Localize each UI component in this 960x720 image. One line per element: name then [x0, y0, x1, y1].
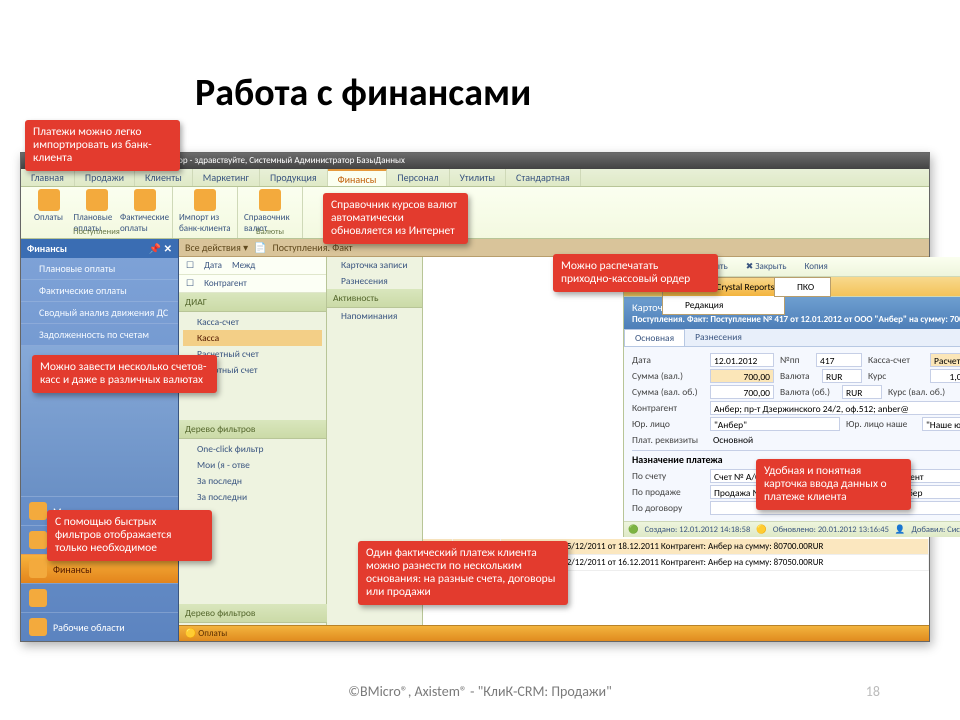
sidebar-item-fakt[interactable]: Фактические оплаты	[21, 280, 178, 302]
field-valob[interactable]: RUR	[842, 385, 882, 399]
filter-pane: ☐ДатаМежд ☐Контрагент ДИАГ Касса-счет Ка…	[179, 257, 327, 625]
filter-kassa-schet[interactable]: Касса-счет	[183, 314, 322, 330]
sidebar-item-svodnyj[interactable]: Сводный анализ движения ДС	[21, 302, 178, 324]
filter-mine[interactable]: Мои (я - отве	[183, 457, 322, 473]
card-tab-main[interactable]: Основная	[624, 329, 685, 346]
card-footer: 🟢 Создано: 12.01.2012 14:18:58 🟡 Обновле…	[624, 521, 960, 537]
tab-clients[interactable]: Клиенты	[135, 169, 193, 186]
callout-kassa: Можно завести несколько счетов-касс и да…	[32, 355, 217, 393]
callout-currency: Справочник курсов валют автоматически об…	[323, 193, 468, 244]
filterbar: ☐ДатаМежд	[179, 257, 326, 275]
workspace-icon	[29, 618, 47, 636]
reminders[interactable]: Напоминания	[327, 308, 422, 324]
filter-recent1[interactable]: За последн	[183, 473, 322, 489]
field-sumob[interactable]: 700,00	[710, 385, 774, 399]
gauge-icon	[29, 502, 47, 520]
tab-utilities[interactable]: Утилиты	[450, 169, 506, 186]
btn-close[interactable]: ✖ Закрыть	[739, 259, 794, 274]
field-valuta[interactable]: RUR	[822, 369, 862, 383]
sidebar-item-zadolzh[interactable]: Задолженность по счетам	[21, 324, 178, 346]
field-yur[interactable]: "Анбер"	[710, 417, 840, 431]
tab-standard[interactable]: Стандартная	[506, 169, 581, 186]
coins-icon	[38, 189, 60, 211]
nav-card[interactable]: Карточка записи	[327, 257, 422, 273]
sidebar: Финансы📌 ✕ Плановые оплаты Фактические о…	[21, 239, 179, 641]
field-num[interactable]: 417	[816, 353, 862, 367]
menu-redaction[interactable]: Редакция	[663, 296, 784, 314]
document-icon: 📄	[254, 239, 266, 257]
ribbon: Оплаты Плановые оплаты Фактические оплат…	[21, 187, 929, 239]
filter-kassa[interactable]: Касса	[183, 330, 322, 346]
field-yurn[interactable]: "Наше юр.лицо"	[922, 417, 960, 431]
card-tabs: Основная Разнесения	[624, 329, 960, 347]
mixed-icon	[29, 589, 47, 607]
rgroup-label-1: Поступления	[21, 227, 172, 237]
nav-razneseniya[interactable]: Разнесения	[327, 273, 422, 289]
page-number: 18	[866, 683, 880, 700]
panel-tree: Дерево фильтров	[179, 420, 326, 439]
chart-icon	[29, 531, 47, 549]
tab-production[interactable]: Продукция	[260, 169, 328, 186]
filter-recent2[interactable]: За последни	[183, 489, 322, 505]
tab-marketing[interactable]: Маркетинг	[193, 169, 260, 186]
field-kassa[interactable]: Расчетный счет	[930, 353, 960, 367]
act-head: Активность	[327, 289, 422, 308]
slide-footer: ©BMicro®, Axistem® - "КлиК-CRM: Продажи"	[0, 683, 960, 700]
status-bar: 🟡 Оплаты	[179, 625, 929, 641]
plan-icon	[86, 189, 108, 211]
money-icon	[29, 560, 47, 578]
callout-pko: Можно распечатать приходно-кассовый орде…	[553, 254, 718, 292]
ribbon-tabs: Главная Продажи Клиенты Маркетинг Продук…	[21, 169, 929, 187]
tab-home[interactable]: Главная	[21, 169, 75, 186]
rbn-import-bank[interactable]: Импорт из банк-клиента	[179, 189, 231, 234]
breadcrumb-actions[interactable]: Все действия ▾	[185, 239, 248, 257]
field-kurs[interactable]: 1,0000	[930, 369, 960, 383]
currency-icon	[259, 189, 281, 211]
callout-card: Удобная и понятная карточка ввода данных…	[756, 459, 911, 510]
tab-sales[interactable]: Продажи	[75, 169, 135, 186]
submenu-pko[interactable]: ПКО	[775, 278, 830, 296]
field-kontragent[interactable]: Анбер; пр-т Дзержинского 24/2, оф.512; a…	[710, 401, 960, 415]
sidebar-header: Финансы📌 ✕	[21, 239, 178, 258]
reports-submenu[interactable]: ПКО	[774, 277, 831, 297]
field-date[interactable]: 12.01.2012	[710, 353, 774, 367]
btn-copy[interactable]: Копия	[797, 259, 834, 274]
card-tab-razn[interactable]: Разнесения	[685, 329, 752, 346]
import-icon	[194, 189, 216, 211]
slide-title: Работа с финансами	[195, 70, 531, 116]
nav-workspaces[interactable]: Рабочие области	[21, 612, 178, 641]
tab-personnel[interactable]: Персонал	[387, 169, 449, 186]
callout-filters: С помощью быстрых фильтров отображается …	[47, 510, 212, 561]
panel-tree-footer: Дерево фильтров	[179, 604, 327, 623]
tab-finance[interactable]: Финансы	[328, 169, 388, 186]
callout-raznesti: Один фактический платеж клиента можно ра…	[358, 541, 568, 605]
filter-oneclick[interactable]: One-click фильтр	[183, 441, 322, 457]
callout-import: Платежи можно легко импортировать из бан…	[25, 120, 180, 171]
sidebar-item-planovye[interactable]: Плановые оплаты	[21, 258, 178, 280]
nav-unknown[interactable]	[21, 583, 178, 612]
field-sum[interactable]: 700,00	[710, 369, 774, 383]
field-plat[interactable]: Основной	[710, 433, 840, 447]
fact-icon	[134, 189, 156, 211]
rgroup-label-3: Валюты	[238, 227, 302, 237]
panel-diag: ДИАГ	[179, 293, 326, 312]
